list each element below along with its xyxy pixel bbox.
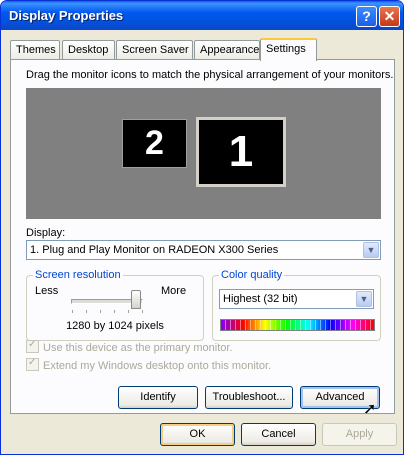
tab-screen-saver[interactable]: Screen Saver <box>116 40 193 60</box>
chevron-down-icon[interactable]: ▼ <box>356 291 372 307</box>
display-properties-window: Display Properties ? ✕ Themes Desktop Sc… <box>0 0 404 455</box>
screen-resolution-title: Screen resolution <box>33 269 123 281</box>
color-quality-select[interactable]: Highest (32 bit) ▼ <box>219 289 374 309</box>
help-button[interactable]: ? <box>356 6 377 27</box>
display-label: Display: <box>26 227 66 239</box>
slider-tick <box>72 310 73 313</box>
slider-tick <box>142 310 143 313</box>
checkbox-check-icon <box>26 357 39 371</box>
color-quality-value: Highest (32 bit) <box>223 293 298 305</box>
resolution-less-label: Less <box>35 285 59 297</box>
monitor-arrangement-area: 2 1 <box>26 88 381 219</box>
close-button[interactable]: ✕ <box>379 6 400 27</box>
title-bar[interactable]: Display Properties ? ✕ <box>1 1 403 30</box>
screen-resolution-group: Screen resolution Less More 1280 by 1024… <box>26 269 204 341</box>
display-select-value: 1. Plug and Play Monitor on RADEON X300 … <box>30 244 279 256</box>
cancel-button[interactable]: Cancel <box>241 423 316 446</box>
chevron-down-icon[interactable]: ▼ <box>363 242 379 258</box>
display-select[interactable]: 1. Plug and Play Monitor on RADEON X300 … <box>26 240 381 260</box>
resolution-more-label: More <box>161 285 187 297</box>
color-quality-title: Color quality <box>219 269 285 281</box>
monitor-2-icon[interactable]: 2 <box>122 119 187 168</box>
tab-desktop[interactable]: Desktop <box>62 40 115 60</box>
resolution-value: 1280 by 1024 pixels <box>66 320 164 332</box>
troubleshoot-button[interactable]: Troubleshoot... <box>205 386 293 409</box>
checkbox-check-icon <box>26 339 39 353</box>
settings-panel: Drag the monitor icons to match the phys… <box>10 59 395 414</box>
resolution-slider-thumb[interactable] <box>131 290 141 309</box>
color-quality-group: Color quality Highest (32 bit) ▼ <box>212 269 381 341</box>
slider-tick <box>86 310 87 313</box>
slider-tick <box>114 310 115 313</box>
ok-button[interactable]: OK <box>160 423 235 446</box>
primary-monitor-checkbox[interactable]: Use this device as the primary monitor. <box>26 339 233 354</box>
window-title: Display Properties <box>9 8 124 23</box>
identify-button[interactable]: Identify <box>118 386 198 409</box>
color-spectrum-bar <box>220 319 375 331</box>
monitor-1-icon[interactable]: 1 <box>196 117 286 187</box>
tab-themes[interactable]: Themes <box>10 40 60 60</box>
extend-desktop-label: Extend my Windows desktop onto this moni… <box>43 360 272 372</box>
tab-appearance[interactable]: Appearance <box>194 40 260 60</box>
mouse-pointer-icon: ➚ <box>363 401 377 418</box>
slider-tick <box>128 310 129 313</box>
slider-tick <box>100 310 101 313</box>
apply-button[interactable]: Apply <box>322 423 397 446</box>
primary-monitor-label: Use this device as the primary monitor. <box>43 342 233 354</box>
monitor-instruction: Drag the monitor icons to match the phys… <box>26 69 394 81</box>
tab-settings[interactable]: Settings <box>260 38 317 61</box>
extend-desktop-checkbox[interactable]: Extend my Windows desktop onto this moni… <box>26 357 272 372</box>
